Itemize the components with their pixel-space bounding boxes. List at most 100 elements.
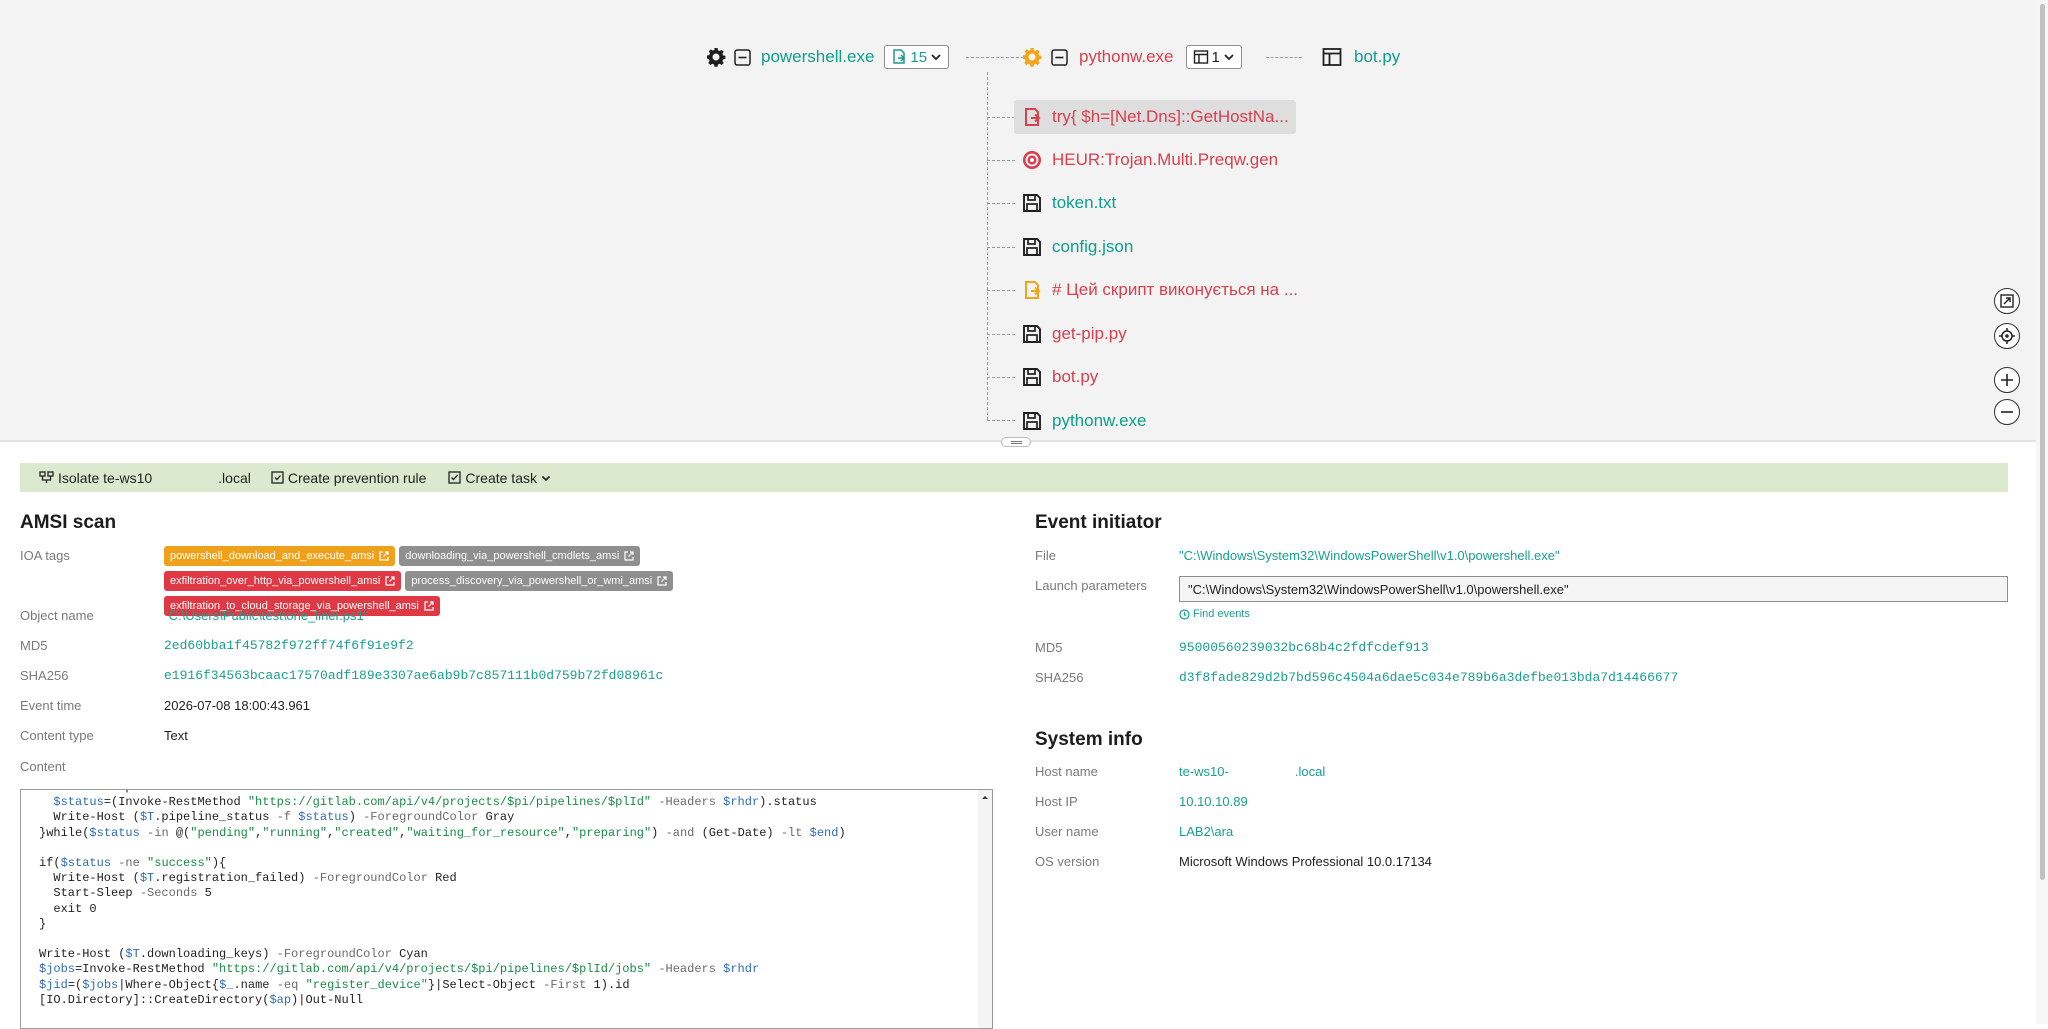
isolate-domain: .local bbox=[218, 469, 251, 486]
script-icon bbox=[893, 49, 906, 64]
event-time-value: 2026-07-08 18:00:43.961 bbox=[164, 698, 311, 713]
content-code: Start-Sleep -Seconds 5 $status=(Invoke-R… bbox=[39, 790, 846, 1007]
tree-branch bbox=[987, 160, 1015, 161]
ioa-tags-label: IOA tags bbox=[20, 548, 70, 563]
tree-line bbox=[987, 72, 988, 420]
node-label: config.json bbox=[1052, 237, 1134, 256]
task-label: Create task bbox=[465, 469, 537, 486]
child-count: 1 bbox=[1211, 48, 1220, 66]
node-label: token.txt bbox=[1052, 193, 1117, 212]
file-save-icon bbox=[1023, 194, 1041, 212]
os-version-label: OS version bbox=[1035, 854, 1100, 869]
action-bar: Isolate te-ws10 .local Create prevention… bbox=[20, 463, 2008, 492]
create-task-button[interactable]: Create task bbox=[448, 470, 551, 486]
node-label: get-pip.py bbox=[1052, 324, 1127, 343]
task-icon bbox=[448, 471, 462, 484]
graph-child-0[interactable]: try{ $h=[Net.Dns]::GetHostNa... bbox=[1022, 104, 1289, 130]
minus-icon bbox=[2001, 411, 2013, 413]
file-save-icon bbox=[1023, 412, 1041, 430]
graph-child-2[interactable]: token.txt bbox=[1022, 190, 1116, 216]
initiator-sha256-value[interactable]: d3f8fade829d2b7bd596c4504a6dae5c034e789b… bbox=[1179, 670, 1678, 685]
zoom-in-button[interactable] bbox=[1994, 367, 2020, 393]
graph-node-bot-py[interactable]: bot.py bbox=[1322, 44, 1400, 70]
node-label: try{ $h=[Net.Dns]::GetHostNa... bbox=[1052, 107, 1289, 126]
event-initiator-title: Event initiator bbox=[1035, 512, 1162, 533]
content-scrollbar[interactable] bbox=[978, 790, 992, 1028]
sha256-value[interactable]: e1916f34563bcaac17570adf189e3307ae6ab9b7… bbox=[164, 668, 663, 683]
detection-icon bbox=[1023, 151, 1041, 169]
graph-child-5[interactable]: get-pip.py bbox=[1022, 321, 1127, 347]
zoom-out-button[interactable] bbox=[1994, 399, 2020, 425]
graph-child-4[interactable]: # Цей скрипт виконується на ... bbox=[1022, 277, 1298, 303]
initiator-md5-label: MD5 bbox=[1035, 640, 1063, 655]
process-graph[interactable]: powershell.exe 15 pythonw.exe 1 bot.py t… bbox=[0, 0, 2036, 442]
network-isolate-icon bbox=[39, 471, 54, 483]
graph-child-7[interactable]: pythonw.exe bbox=[1022, 408, 1147, 434]
graph-node-powershell[interactable]: powershell.exe 15 bbox=[706, 44, 950, 70]
file-save-icon bbox=[1023, 325, 1041, 343]
host-name-value[interactable]: te-ws10- .local bbox=[1179, 764, 1325, 779]
md5-value[interactable]: 2ed60bba1f45782f972ff74f6f91e9f2 bbox=[164, 638, 414, 653]
collapse-icon[interactable] bbox=[1051, 48, 1068, 66]
md5-label: MD5 bbox=[20, 638, 48, 653]
page-scrollbar-thumb[interactable] bbox=[2040, 4, 2045, 880]
system-info-title: System info bbox=[1035, 729, 1143, 750]
child-count-dropdown[interactable]: 15 bbox=[884, 45, 950, 69]
tree-branch bbox=[987, 203, 1015, 204]
panel-resize-handle[interactable] bbox=[1001, 437, 1031, 447]
content-label: Content bbox=[20, 759, 66, 774]
host-name-prefix: te-ws10- bbox=[1179, 764, 1229, 779]
tree-branch bbox=[987, 334, 1015, 335]
ioa-tag[interactable]: powershell_download_and_execute_amsi bbox=[164, 546, 396, 566]
scroll-up-icon bbox=[982, 796, 988, 799]
content-code-box[interactable]: Start-Sleep -Seconds 5 $status=(Invoke-R… bbox=[20, 789, 993, 1029]
event-time-label: Event time bbox=[20, 698, 82, 713]
object-name-value[interactable]: "C:\Users\Public\test\one_liner.ps1" bbox=[164, 608, 368, 623]
graph-node-pythonw[interactable]: pythonw.exe 1 bbox=[1022, 44, 1242, 70]
ioa-tag-label: powershell_download_and_execute_amsi bbox=[170, 550, 375, 562]
collapse-icon[interactable] bbox=[734, 48, 751, 66]
tree-branch bbox=[987, 290, 1015, 291]
center-button[interactable] bbox=[1994, 323, 2020, 349]
node-label: powershell.exe bbox=[761, 47, 875, 66]
tree-branch bbox=[987, 420, 1015, 421]
gear-icon bbox=[706, 47, 726, 67]
ioa-tag[interactable]: downloading_via_powershell_cmdlets_amsi bbox=[399, 546, 641, 566]
object-name-label: Object name bbox=[20, 608, 94, 623]
history-icon bbox=[1179, 608, 1190, 620]
fit-screen-button[interactable] bbox=[1994, 288, 2020, 314]
file-save-icon bbox=[1023, 368, 1041, 386]
node-label: pythonw.exe bbox=[1052, 411, 1147, 430]
isolate-label: Isolate te-ws10 bbox=[58, 469, 153, 486]
ioa-tag-label: process_discovery_via_powershell_or_wmi_… bbox=[411, 575, 653, 587]
isolate-button[interactable]: Isolate te-ws10 .local bbox=[39, 470, 251, 486]
create-prevention-rule-button[interactable]: Create prevention rule bbox=[271, 470, 426, 486]
node-label: pythonw.exe bbox=[1079, 47, 1174, 66]
launch-parameters-field[interactable]: "C:\Windows\System32\WindowsPowerShell\v… bbox=[1179, 576, 2008, 602]
target-icon bbox=[1999, 328, 2015, 344]
ioa-tag[interactable]: exfiltration_over_http_via_powershell_am… bbox=[164, 571, 402, 591]
node-label: bot.py bbox=[1052, 367, 1099, 386]
host-ip-label: Host IP bbox=[1035, 794, 1078, 809]
amsi-scan-title: AMSI scan bbox=[20, 512, 117, 533]
host-name-label: Host name bbox=[1035, 764, 1098, 779]
graph-child-6[interactable]: bot.py bbox=[1022, 364, 1098, 390]
file-label: File bbox=[1035, 548, 1056, 563]
file-value[interactable]: "C:\Windows\System32\WindowsPowerShell\v… bbox=[1179, 548, 1560, 563]
child-count-dropdown[interactable]: 1 bbox=[1185, 45, 1242, 69]
external-link-icon bbox=[379, 551, 389, 561]
plus-icon bbox=[2001, 374, 2013, 386]
ioa-tag-label: exfiltration_over_http_via_powershell_am… bbox=[170, 575, 381, 587]
chevron-down-icon bbox=[931, 54, 941, 61]
host-ip-value[interactable]: 10.10.10.89 bbox=[1179, 794, 1248, 809]
child-count: 15 bbox=[910, 48, 928, 66]
graph-child-3[interactable]: config.json bbox=[1022, 234, 1133, 260]
graph-child-1[interactable]: HEUR:Trojan.Multi.Preqw.gen bbox=[1022, 147, 1278, 173]
window-icon bbox=[1193, 50, 1208, 64]
tree-branch bbox=[987, 377, 1015, 378]
ioa-tag[interactable]: process_discovery_via_powershell_or_wmi_… bbox=[405, 571, 674, 591]
edge-line bbox=[966, 57, 1024, 58]
initiator-md5-value[interactable]: 95000560239032bc68b4c2fdfcdef913 bbox=[1179, 640, 1429, 655]
find-events-link[interactable]: Find events bbox=[1179, 608, 1250, 620]
user-name-value[interactable]: LAB2\ara bbox=[1179, 824, 1233, 839]
